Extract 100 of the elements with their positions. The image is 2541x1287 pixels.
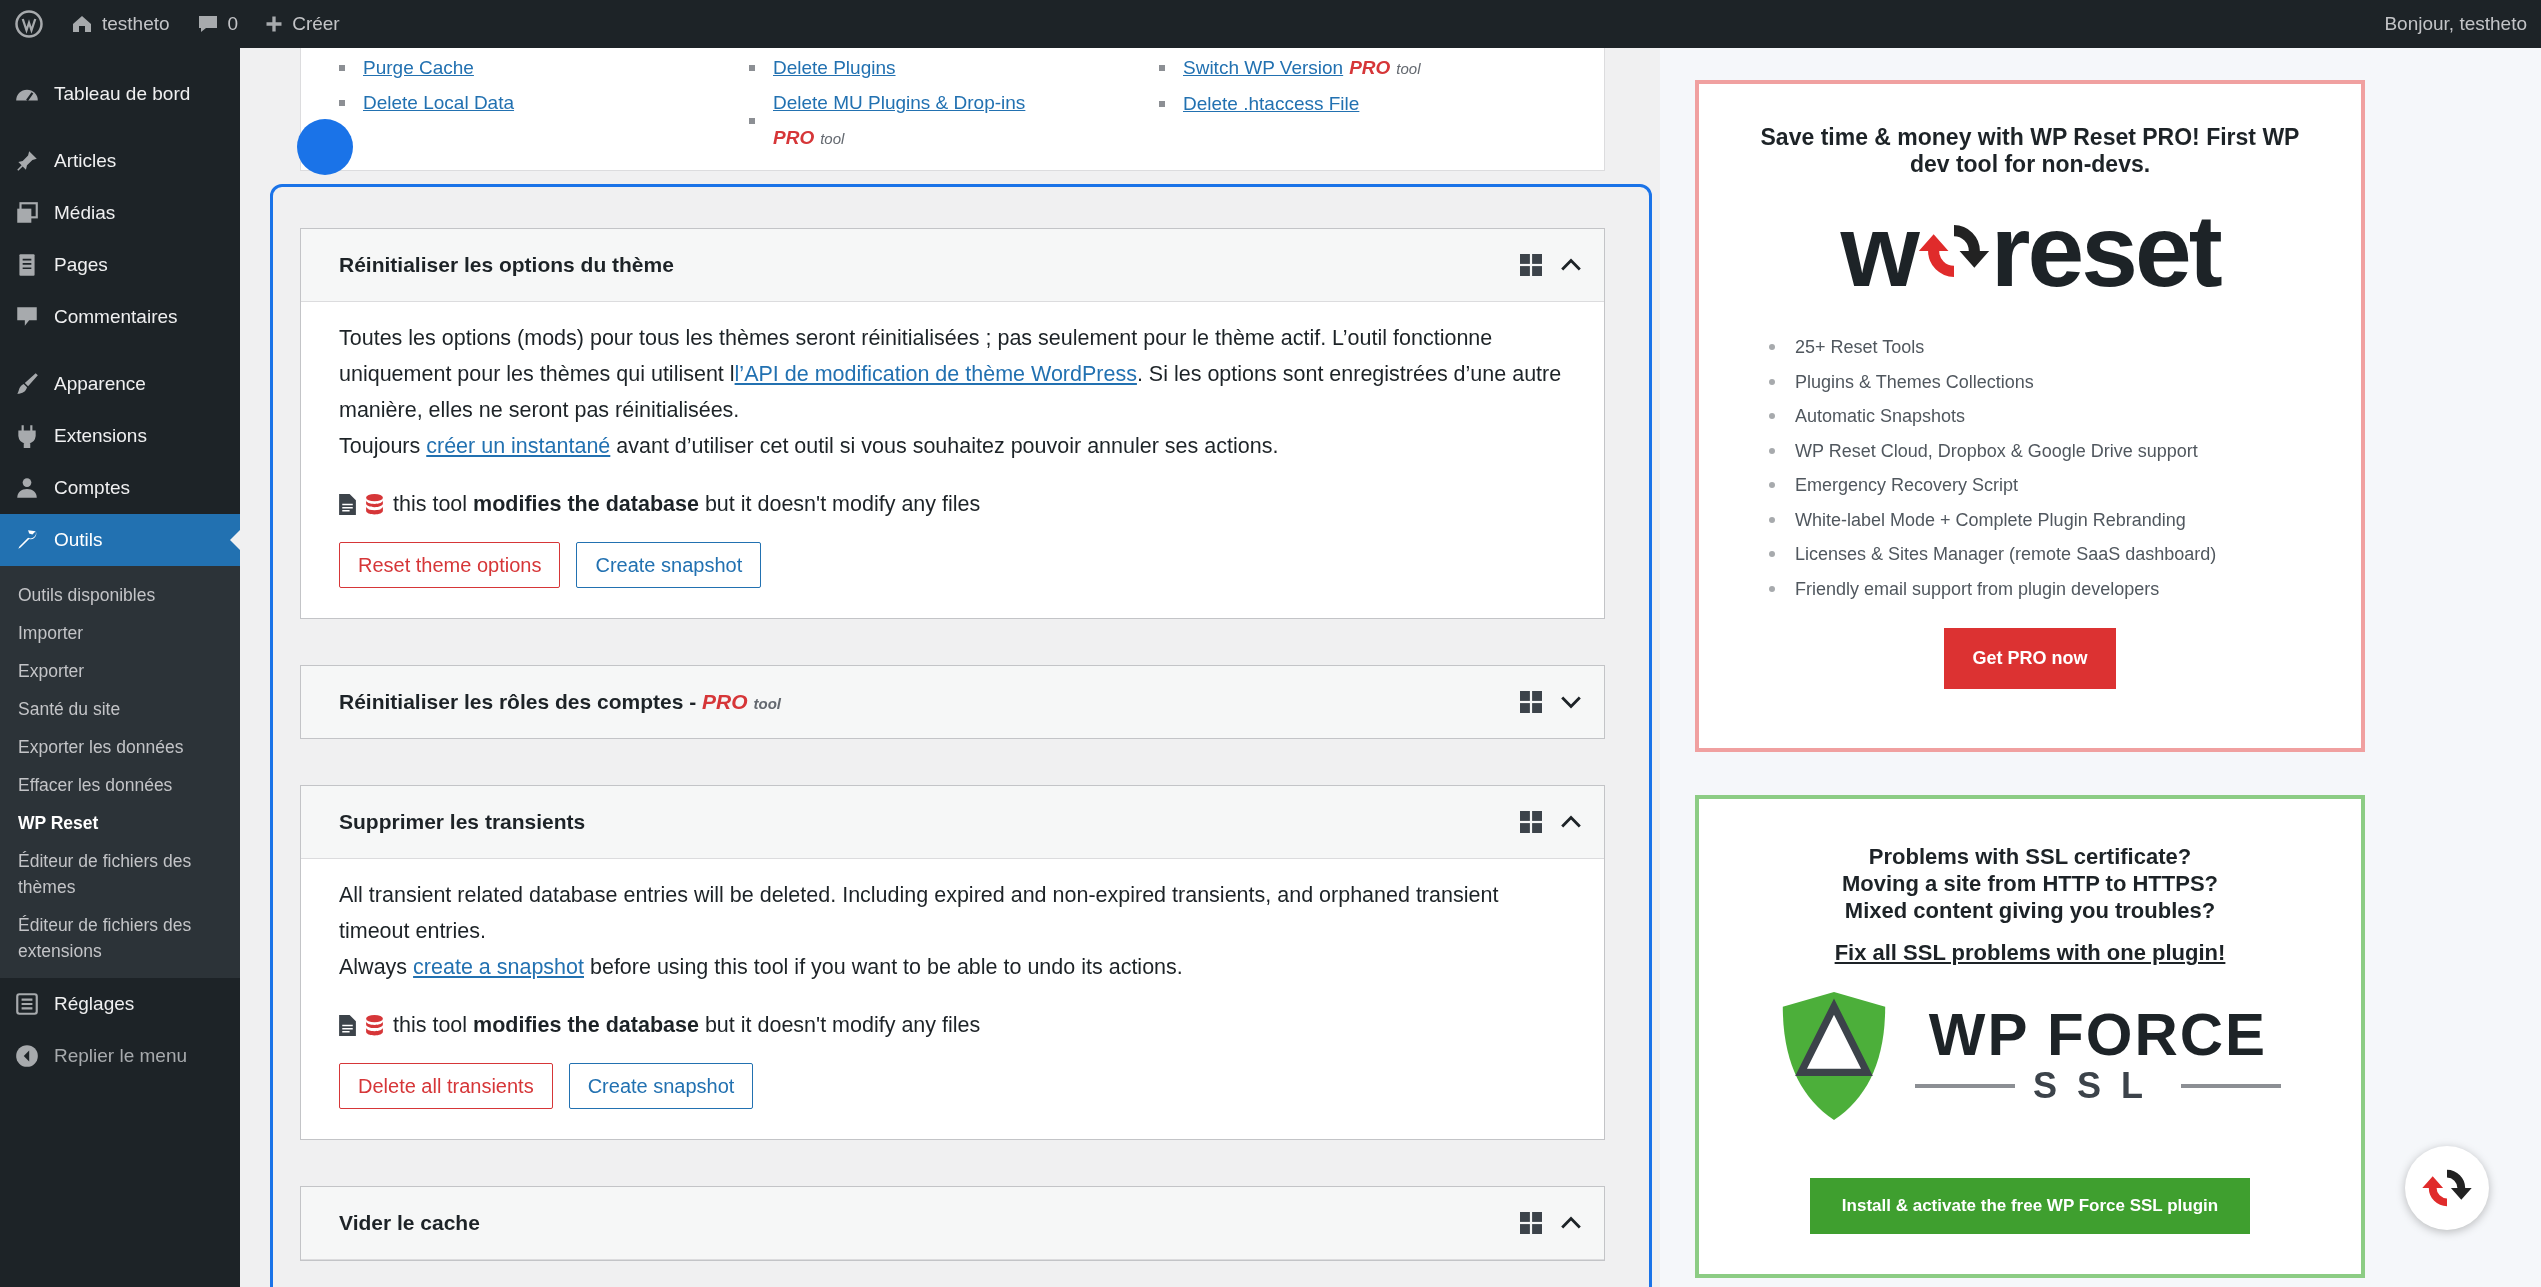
card-title: Réinitialiser les rôles des comptes - [339, 690, 698, 713]
sidebar-item[interactable]: Commentaires [0, 291, 240, 343]
pro-note: tool [753, 695, 781, 712]
inline-link[interactable]: créer un instantané [426, 434, 611, 458]
submenu-item[interactable]: Santé du site [0, 690, 240, 728]
card-title: Supprimer les transients [339, 810, 586, 833]
database-icon [366, 1014, 383, 1036]
new-content-link[interactable]: Créer [292, 13, 340, 35]
bullet-icon [1769, 551, 1775, 558]
feature-item: Friendly email support from plugin developers [1795, 577, 2160, 601]
card-title: Réinitialiser les options du thème [339, 253, 674, 276]
description-text: Toujours créer un instantané avant d’utiliser cet outil si vous souhaitez pouvoir annuler ses actions. [339, 433, 1280, 460]
sidebar-item[interactable]: Réglages [0, 978, 240, 1030]
feature-item: Emergency Recovery Script [1795, 474, 2019, 497]
greeting-link[interactable]: Bonjour, testheto [2384, 13, 2527, 35]
promo-heading: Problems with SSL certificate? [1867, 843, 2193, 870]
grid-icon[interactable] [1520, 254, 1542, 276]
sidebar-item[interactable]: Tableau de bord [0, 68, 240, 120]
card-header[interactable]: Réinitialiser les options du thème [301, 229, 1604, 302]
submenu-item[interactable]: WP Reset [0, 804, 240, 842]
pro-label: PRO [1349, 57, 1391, 78]
promo-heading: Moving a site from HTTP to HTTPS? [1840, 870, 2220, 897]
document-icon [339, 1014, 356, 1036]
bullet-icon [1769, 344, 1775, 351]
collapse-menu-button[interactable]: Replier le menu [0, 1030, 240, 1082]
tool-link[interactable]: Delete .htaccess File [1183, 93, 1360, 114]
sidebar-item[interactable]: Outils [0, 514, 240, 566]
feature-item: 25+ Reset Tools [1795, 336, 1925, 359]
bullet-icon [1769, 378, 1775, 385]
database-notice: this tool modifies the database but it doesn't modify any files [393, 1012, 981, 1039]
pro-label: PRO [702, 690, 748, 713]
feature-item: White-label Mode + Complete Plugin Rebranding [1795, 508, 2186, 532]
sidebar-item[interactable]: Extensions [0, 410, 240, 462]
database-icon [366, 493, 383, 515]
plus-icon [264, 14, 285, 34]
tool-link[interactable]: Purge Cache [363, 57, 474, 78]
sidebar-item[interactable]: Articles [0, 135, 240, 187]
tool-link[interactable]: Delete Plugins [773, 57, 896, 78]
grid-icon[interactable] [1520, 811, 1542, 833]
submenu-item[interactable]: Éditeur de fichiers des thèmes [0, 842, 240, 906]
card-header[interactable]: Réinitialiser les rôles des comptes - PRO tool [301, 666, 1604, 738]
document-icon [339, 493, 356, 515]
bullet-icon [1769, 585, 1775, 592]
bullet-icon [749, 64, 755, 71]
submenu-item[interactable]: Exporter [0, 652, 240, 690]
tool-link[interactable]: Switch WP Version [1183, 57, 1344, 78]
wp-reset-logo-text: reset [1990, 200, 2220, 302]
pro-note: tool [1396, 60, 1421, 77]
reset-action-button[interactable]: Reset theme options [339, 542, 561, 588]
submenu-item[interactable]: Effacer les données [0, 766, 240, 804]
description-text: Toutes les options (mods) pour tous les thèmes seront réinitialisées ; pas seulement pour le thème actif. L’outil fonctionne uniquement pour les thèmes qui utilisent ll’API de modification de thème WordPress. Si les options sont enregistrées d’une autre manière, elles ne seront pas réinitialisées. [339, 325, 1563, 424]
submenu-item[interactable]: Outils disponibles [0, 576, 240, 614]
grid-icon[interactable] [1520, 691, 1542, 713]
bullet-icon [339, 99, 345, 106]
feature-item: Plugins & Themes Collections [1795, 370, 2034, 394]
card-header[interactable]: Supprimer les transients [301, 786, 1604, 859]
create-snapshot-button[interactable]: Create snapshot [568, 1063, 754, 1109]
bullet-icon [1769, 482, 1775, 489]
media-icon [14, 200, 40, 226]
ssl-logo-text: SSL [2033, 1065, 2163, 1107]
sidebar-item[interactable]: Comptes [0, 462, 240, 514]
card-title: Vider le cache [339, 1211, 480, 1234]
description-text: Always create a snapshot before using this tool if you want to be able to undo its actions. [339, 954, 1184, 981]
pro-note: tool [820, 130, 845, 147]
tool-link[interactable]: Delete MU Plugins & Drop-ins [773, 92, 1026, 113]
brush-icon [14, 371, 40, 397]
comment-count[interactable]: 0 [227, 13, 239, 35]
promo-link[interactable]: Fix all SSL problems with one plugin! [1834, 940, 2226, 966]
card-header[interactable]: Vider le cache [301, 1187, 1604, 1260]
sidebar-item[interactable]: Médias [0, 187, 240, 239]
feature-item: Automatic Snapshots [1795, 405, 1966, 428]
submenu-item[interactable]: Éditeur de fichiers des extensions [0, 906, 240, 970]
site-name-link[interactable]: testheto [102, 13, 170, 35]
database-notice: this tool modifies the database but it doesn't modify any files [393, 491, 981, 518]
wp-reset-logo-prefix: w [1840, 200, 1917, 302]
feature-item: Licenses & Sites Manager (remote SaaS dashboard) [1795, 543, 2217, 566]
person-icon [14, 475, 40, 501]
bullet-icon [1769, 516, 1775, 523]
pro-label: PRO [773, 127, 815, 148]
promo-heading: Save time & money with WP Reset PRO! First WP dev tool for non-devs. [1759, 124, 2301, 178]
tool-link[interactable]: Delete Local Data [363, 92, 515, 113]
bullet-icon [1159, 100, 1165, 107]
reset-action-button[interactable]: Delete all transients [339, 1063, 553, 1109]
bullet-icon [1769, 447, 1775, 454]
inline-link[interactable]: create a snapshot [413, 955, 584, 979]
description-text: All transient related database entries will be deleted. Including expired and non-expired transients, and orphaned transient timeout entries. [339, 882, 1500, 945]
promo-heading: Mixed content giving you troubles? [1843, 897, 2217, 924]
feature-item: WP Reset Cloud, Dropbox & Google Drive support [1795, 439, 2198, 463]
grid-icon[interactable] [1520, 1212, 1542, 1234]
submenu-item[interactable]: Importer [0, 614, 240, 652]
wp-force-logo-text: WP FORCE [1928, 1005, 2268, 1065]
submenu-item[interactable]: Exporter les données [0, 728, 240, 766]
get-pro-button[interactable]: Get PRO now [1944, 628, 2116, 689]
bullet-icon [1159, 65, 1165, 71]
inline-link[interactable]: l’API de modification de thème WordPress [734, 362, 1137, 386]
wordpress-logo-icon[interactable] [14, 9, 44, 39]
sidebar-item[interactable]: Apparence [0, 358, 240, 410]
sidebar-item[interactable]: Pages [0, 239, 240, 291]
bullet-icon [339, 64, 345, 71]
create-snapshot-button[interactable]: Create snapshot [576, 542, 762, 588]
